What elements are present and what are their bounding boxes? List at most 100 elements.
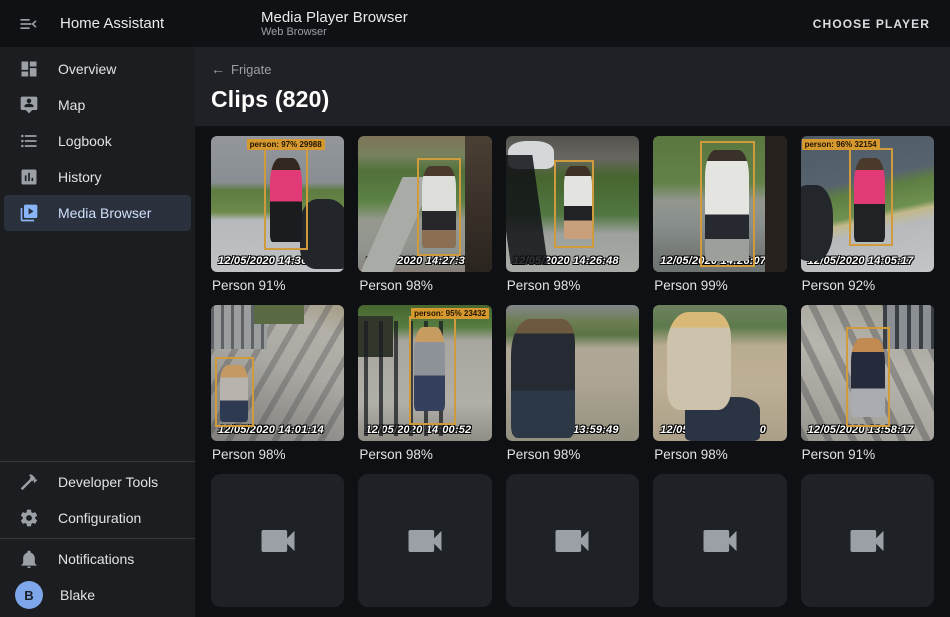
sidebar-item-label: Configuration [58,510,141,526]
folder-item-back-427[interactable]: Back (427) [801,474,934,617]
folder-thumbnail [506,474,639,607]
sidebar-item-label: History [58,169,102,185]
detection-box [409,316,456,425]
detection-box [264,147,308,250]
sidebar-item-map[interactable]: Map [4,87,191,123]
topbar-titles: Media Player Browser Web Browser [261,9,408,39]
sidebar-spacer [0,231,195,459]
video-icon [256,519,300,563]
folder-item-last-month-318[interactable]: Last Month (318) [653,474,786,617]
clip-caption: Person 98% [507,447,638,462]
clip-caption: Person 98% [359,278,490,293]
folder-item-today-164[interactable]: Today (164) [211,474,344,617]
photo-shape [883,305,934,349]
sidebar-footer-nav: Notifications B Blake [0,541,195,617]
choose-player-button[interactable]: CHOOSE PLAYER [809,9,934,39]
sidebar-item-label: Developer Tools [58,474,158,490]
video-icon [550,519,594,563]
topbar: Media Player Browser Web Browser CHOOSE … [195,0,950,47]
clip-thumbnail: 12/05/2020 14:01:14 [211,305,344,441]
hammer-icon [17,470,41,494]
clip-item[interactable]: 12/05/2020 13:58:30 Person 98% [653,305,786,474]
clip-item[interactable]: person: 97% 2998812/05/2020 14:36:47 Pers… [211,136,344,305]
sidebar-item-profile[interactable]: B Blake [4,577,191,613]
photo-shape [465,136,492,272]
bell-icon [17,547,41,571]
clip-item[interactable]: 12/05/2020 14:26:48 Person 98% [506,136,639,305]
clip-thumbnail: 12/05/2020 14:26:07 [653,136,786,272]
detection-box [700,141,755,266]
clips-grid: person: 97% 2998812/05/2020 14:36:47 Pers… [195,126,950,474]
detection-label: person: 95% 23432 [411,308,489,319]
chart-box-icon [17,165,41,189]
clip-caption: Person 91% [212,278,343,293]
cog-icon [17,506,41,530]
clip-caption: Person 91% [802,447,933,462]
menu-open-icon[interactable] [17,13,39,35]
sidebar-header: Home Assistant [0,0,195,47]
sidebar-tools-nav: Developer Tools Configuration [0,464,195,536]
clip-caption: Person 99% [654,278,785,293]
app-title: Home Assistant [60,15,164,32]
folder-item-yesterday-209[interactable]: Yesterday (209) [358,474,491,617]
sidebar-divider [0,538,195,539]
detection-box [417,158,461,256]
photo-shape [506,155,548,264]
content-header: ← Frigate Clips (820) [195,47,950,126]
detection-box [554,160,594,247]
breadcrumb-label: Frigate [231,62,271,77]
sidebar-item-media-browser[interactable]: Media Browser [4,195,191,231]
profile-name: Blake [60,587,95,603]
play-box-multiple-icon [17,201,41,225]
sidebar-item-developer-tools[interactable]: Developer Tools [4,464,191,500]
folder-thumbnail [211,474,344,607]
sidebar-item-overview[interactable]: Overview [4,51,191,87]
clip-thumbnail: 12/05/2020 14:26:48 [506,136,639,272]
format-list-bulleted-icon [17,129,41,153]
breadcrumb[interactable]: ← Frigate [211,61,271,77]
clip-caption: Person 98% [654,447,785,462]
clip-thumbnail: person: 96% 3215412/05/2020 14:05:17 [801,136,934,272]
clip-item[interactable]: 12/05/2020 13:58:17Person 91% [801,305,934,474]
clip-item[interactable]: 12/05/2020 14:27:35 Person 98% [358,136,491,305]
sidebar-item-label: Media Browser [58,205,151,221]
main-content: ← Frigate Clips (820) person: 97% 299881… [195,47,950,617]
sidebar-item-logbook[interactable]: Logbook [4,123,191,159]
clip-caption: Person 98% [212,447,343,462]
clip-item[interactable]: 12/05/2020 14:01:14 Person 98% [211,305,344,474]
sidebar-item-configuration[interactable]: Configuration [4,500,191,536]
sidebar-item-history[interactable]: History [4,159,191,195]
avatar: B [15,581,43,609]
sidebar-item-label: Logbook [58,133,112,149]
clip-item[interactable]: person: 95% 2343212/05/2020 14:00:52Pers… [358,305,491,474]
clip-caption: Person 92% [802,278,933,293]
clip-thumbnail: 12/05/2020 13:59:49 [506,305,639,441]
sidebar-divider [0,461,195,462]
photo-shape [667,312,731,410]
clip-item[interactable]: 12/05/2020 13:59:49 Person 98% [506,305,639,474]
folder-item-this-month-502[interactable]: This Month (502) [506,474,639,617]
sidebar-item-label: Overview [58,61,116,77]
photo-shape [801,185,833,261]
photo-shape [511,319,575,439]
app-window: Home Assistant Media Player Browser Web … [0,0,950,617]
folder-thumbnail [801,474,934,607]
clip-item[interactable]: person: 96% 3215412/05/2020 14:05:17 Pers… [801,136,934,305]
video-icon [698,519,742,563]
video-icon [845,519,889,563]
clip-thumbnail: 12/05/2020 13:58:30 [653,305,786,441]
section-title: Clips (820) [211,86,934,113]
sidebar-nav: Overview Map Logbook History Media Browser [0,51,195,231]
page-title: Media Player Browser [261,9,408,26]
clip-thumbnail: 12/05/2020 14:27:35 [358,136,491,272]
folder-thumbnail [653,474,786,607]
clip-thumbnail: person: 95% 2343212/05/2020 14:00:52 [358,305,491,441]
sidebar-item-notifications[interactable]: Notifications [4,541,191,577]
clip-caption: Person 98% [507,278,638,293]
clip-thumbnail: person: 97% 2998812/05/2020 14:36:47 [211,136,344,272]
photo-shape [254,305,305,324]
clip-item[interactable]: 12/05/2020 14:26:07 Person 99% [653,136,786,305]
detection-box [215,357,254,428]
sidebar-item-label: Map [58,97,85,113]
detection-box [846,327,890,428]
